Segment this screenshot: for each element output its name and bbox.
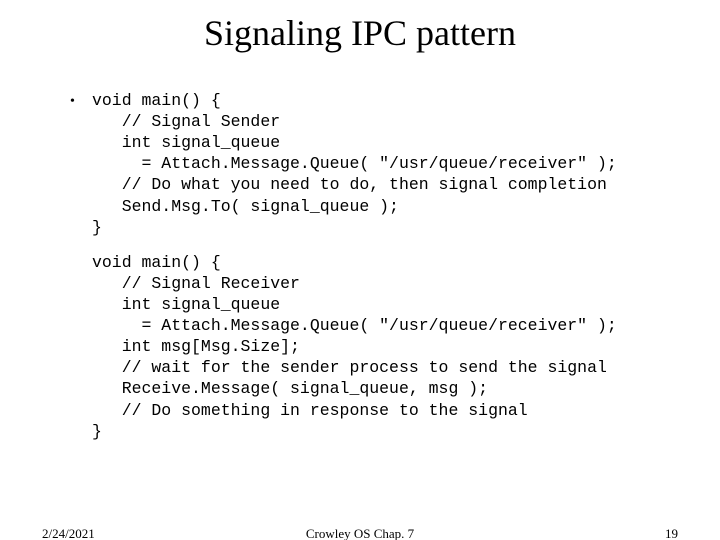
footer-page: 19 <box>665 526 678 540</box>
code-block-sender: void main() { // Signal Sender int signa… <box>92 90 617 238</box>
footer-center: Crowley OS Chap. 7 <box>0 526 720 540</box>
slide-title: Signaling IPC pattern <box>0 0 720 62</box>
slide: Signaling IPC pattern • void main() { //… <box>0 0 720 540</box>
slide-body: • void main() { // Signal Sender int sig… <box>0 62 720 442</box>
bullet-dot-icon: • <box>70 90 92 113</box>
code-block-receiver: void main() { // Signal Receiver int sig… <box>92 252 617 442</box>
bullet-item: • void main() { // Signal Sender int sig… <box>70 90 690 238</box>
bullet-item: void main() { // Signal Receiver int sig… <box>70 252 690 442</box>
spacer <box>70 238 690 252</box>
bullet-spacer <box>70 252 92 253</box>
